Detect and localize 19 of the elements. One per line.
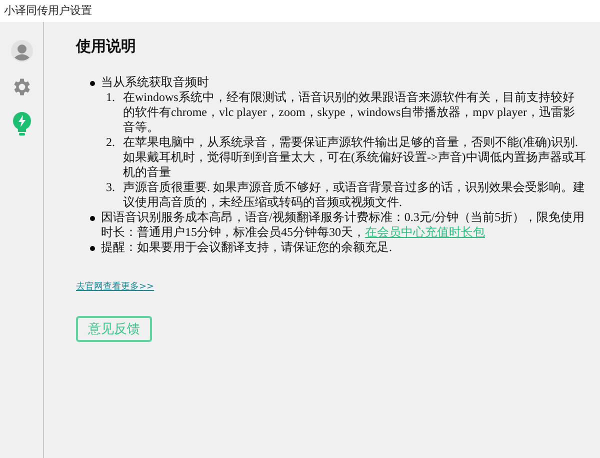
list-item-text: 在苹果电脑中，从系统录音，需要保证声源软件输出足够的音量，否则不能(准确)识别. 如果戴耳机时，觉得听到到音量太大，可在(系统偏好设置->声音)中调低内置扬声器或耳机的音量 — [123, 134, 586, 180]
list-number: 3. — [105, 180, 116, 196]
recharge-link[interactable]: 在会员中心充值时长包 — [365, 224, 485, 238]
list-item-text: 在windows系统中，经有限测试，语音识别的效果跟语音来源软件有关，目前支持较好的软件有chrome，vlc player，zoom，skype，windows自带播放器，mpv player，迅雷影音等。 — [123, 90, 576, 134]
list-number: 2. — [105, 134, 116, 150]
list-item-text: 声源音质很重要. 如果声源音质不够好，或语音背景音过多的话，识别效果会受影响。建议使用高音质的，未经压缩或转码的音频或视频文件. — [123, 180, 586, 210]
list-number: 1. — [105, 90, 116, 106]
official-site-link[interactable]: 去官网查看更多>> — [76, 280, 154, 294]
bullet-text: 当从系统获取音频时 — [101, 74, 210, 90]
bullet-icon — [90, 80, 95, 86]
lightbulb-icon[interactable] — [12, 112, 32, 136]
window-title: 小译同传用户设置 — [4, 2, 92, 19]
bullet-text: 因语音识别服务成本高昂，语音/视频翻译服务计费标准：0.3元/分钟（当前5折），限免使用时长：普通用户15分钟，标准会员45分钟每30天，在会员中心充值时长包 — [101, 210, 586, 240]
bullet-icon — [90, 246, 95, 250]
user-avatar-icon[interactable] — [10, 40, 32, 62]
bullet-icon — [90, 216, 95, 220]
feedback-button[interactable]: 意见反馈 — [76, 316, 152, 342]
bullet-text: 提醒：如果要用于会议翻译支持，请保证您的余额充足. — [101, 240, 392, 254]
section-heading: 使用说明 — [76, 38, 137, 57]
